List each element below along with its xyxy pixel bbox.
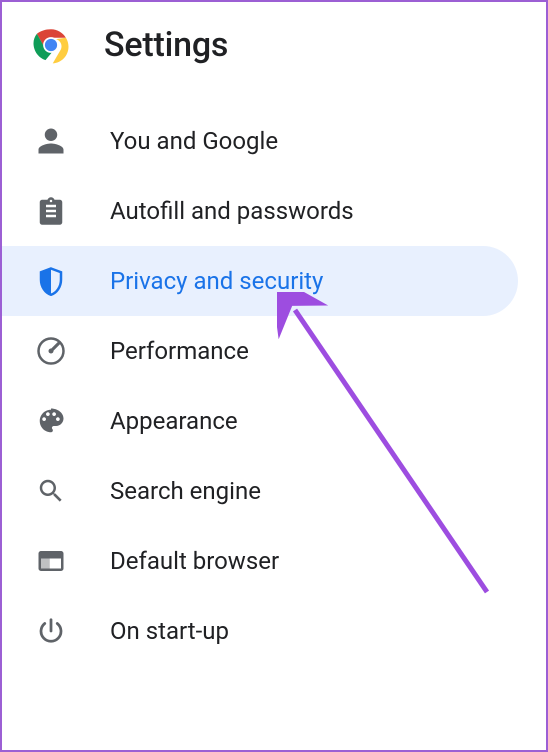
power-icon bbox=[36, 616, 66, 646]
settings-header: Settings bbox=[2, 2, 546, 84]
person-icon bbox=[36, 126, 66, 156]
nav-item-label: Performance bbox=[110, 337, 249, 365]
browser-window-icon bbox=[36, 546, 66, 576]
nav-item-on-startup[interactable]: On start-up bbox=[2, 596, 518, 666]
nav-item-search-engine[interactable]: Search engine bbox=[2, 456, 518, 526]
nav-item-label: On start-up bbox=[110, 617, 229, 645]
nav-item-privacy-security[interactable]: Privacy and security bbox=[2, 246, 518, 316]
settings-sidebar: You and Google Autofill and passwords Pr… bbox=[2, 84, 546, 666]
search-icon bbox=[36, 476, 66, 506]
nav-item-label: Default browser bbox=[110, 547, 279, 575]
palette-icon bbox=[36, 406, 66, 436]
nav-item-performance[interactable]: Performance bbox=[2, 316, 518, 386]
nav-item-appearance[interactable]: Appearance bbox=[2, 386, 518, 456]
nav-item-label: Search engine bbox=[110, 477, 261, 505]
nav-item-label: You and Google bbox=[110, 127, 278, 155]
nav-item-label: Autofill and passwords bbox=[110, 197, 354, 225]
speedometer-icon bbox=[36, 336, 66, 366]
clipboard-icon bbox=[36, 196, 66, 226]
page-title: Settings bbox=[104, 25, 228, 65]
nav-item-label: Privacy and security bbox=[110, 267, 323, 295]
chrome-logo-icon bbox=[30, 24, 72, 66]
nav-item-default-browser[interactable]: Default browser bbox=[2, 526, 518, 596]
nav-item-you-and-google[interactable]: You and Google bbox=[2, 106, 518, 176]
nav-item-label: Appearance bbox=[110, 407, 238, 435]
shield-icon bbox=[36, 266, 66, 296]
nav-item-autofill[interactable]: Autofill and passwords bbox=[2, 176, 518, 246]
